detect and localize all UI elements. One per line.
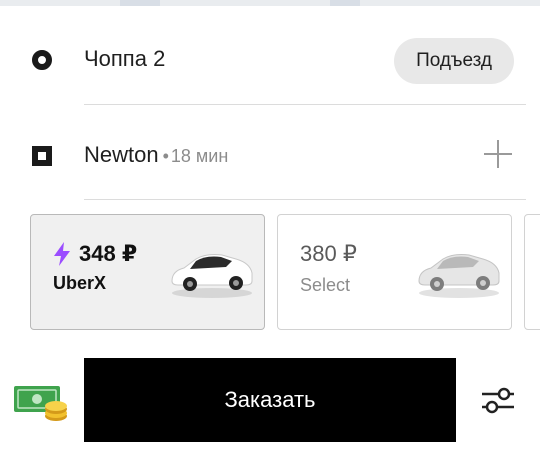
pickup-row[interactable]: Чоппа 2 Подъезд <box>0 10 540 106</box>
ride-options: 348 ₽ UberX 380 ₽ Select <box>0 214 540 332</box>
payment-cash-icon[interactable] <box>12 380 72 428</box>
ride-tier: Select <box>300 275 351 295</box>
ride-price-line: 380 ₽ <box>300 241 357 267</box>
order-button[interactable]: Заказать <box>84 358 456 442</box>
destination-address[interactable]: Newton • 18 мин <box>84 142 228 168</box>
ride-option-uberx[interactable]: 348 ₽ UberX <box>30 214 265 330</box>
eta-time: 18 мин <box>170 146 229 166</box>
pickup-address[interactable]: Чоппа 2 <box>84 46 165 72</box>
ride-price: 380 ₽ <box>300 241 357 266</box>
ride-option-more[interactable] <box>524 214 540 330</box>
eta-separator: • <box>162 146 169 166</box>
pickup-pin-icon <box>32 50 52 70</box>
entrance-button[interactable]: Подъезд <box>394 38 514 84</box>
add-stop-icon[interactable] <box>484 140 512 168</box>
ride-price-line: 348 ₽ <box>53 241 137 267</box>
order-bar: Заказать <box>0 344 540 459</box>
car-icon <box>418 254 500 298</box>
ride-tier: UberX <box>53 273 107 293</box>
ride-price: 348 ₽ <box>79 241 138 266</box>
divider <box>84 199 526 200</box>
divider <box>84 104 526 105</box>
filter-icon[interactable] <box>480 384 516 416</box>
surge-bolt-icon <box>54 242 70 266</box>
ride-option-select[interactable]: 380 ₽ Select <box>277 214 512 330</box>
bottom-sheet: Чоппа 2 Подъезд Newton • 18 мин 348 ₽ Uber… <box>0 6 540 459</box>
car-icon <box>171 254 253 298</box>
destination-pin-icon <box>32 146 52 166</box>
destination-row[interactable]: Newton • 18 мин <box>0 106 540 202</box>
destination-name: Newton <box>84 142 159 167</box>
